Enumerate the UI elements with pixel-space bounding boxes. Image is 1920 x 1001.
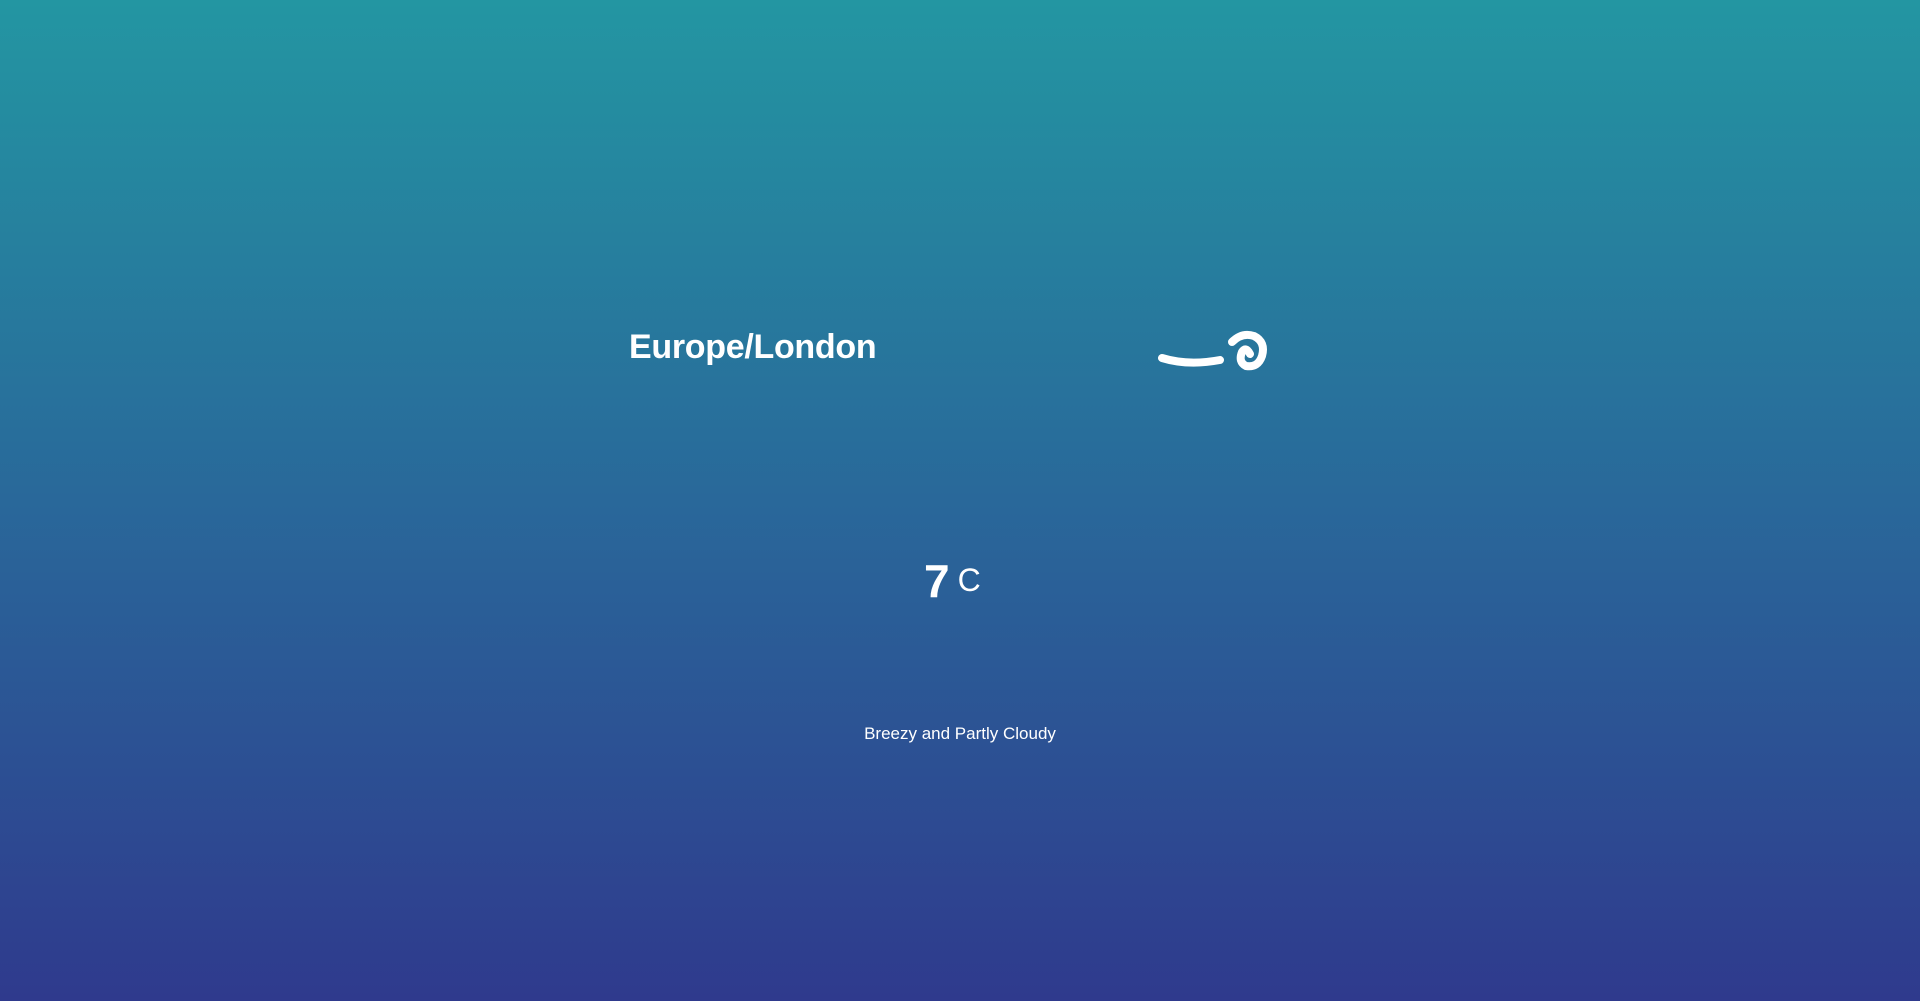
weather-summary: Breezy and Partly Cloudy bbox=[864, 724, 1056, 743]
wind-icon bbox=[1158, 330, 1267, 371]
temperature-display: 7C bbox=[924, 558, 981, 604]
timezone-label: Europe/London bbox=[629, 328, 877, 366]
temperature-unit: C bbox=[957, 562, 981, 598]
temperature-value: 7 bbox=[924, 555, 950, 607]
